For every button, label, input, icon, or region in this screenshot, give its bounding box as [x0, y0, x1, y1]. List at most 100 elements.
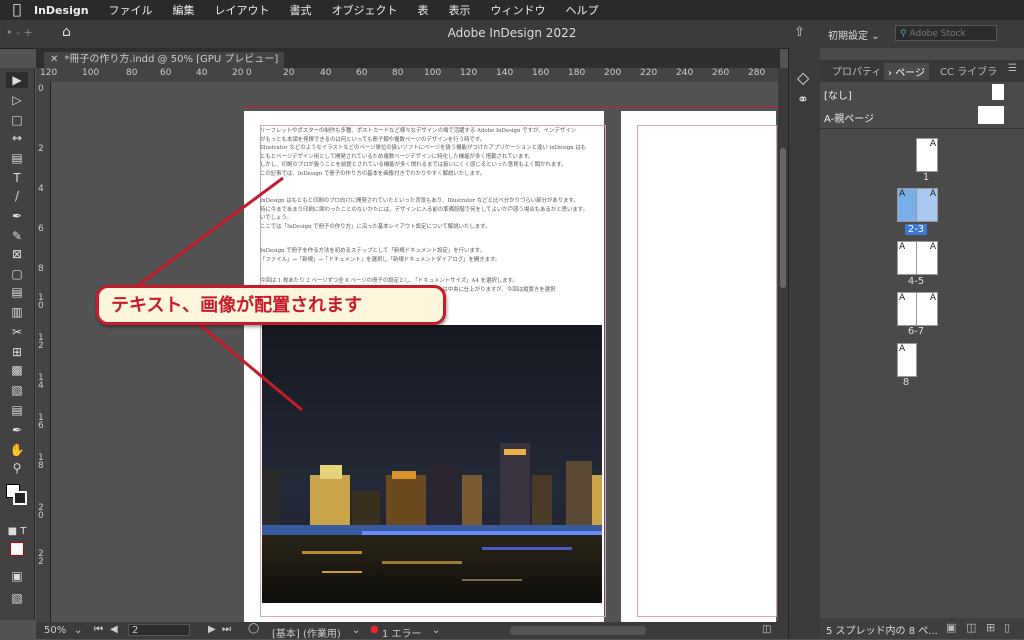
menu-view[interactable]: 表示: [449, 2, 471, 18]
chevron-down-icon[interactable]: ⌄: [74, 625, 82, 636]
menu-layout[interactable]: レイアウト: [215, 2, 270, 18]
panel-tabs: プロパティ › ページ CC ライブラ ☰: [820, 60, 1024, 82]
apply-color-icon[interactable]: ■ T: [6, 524, 28, 540]
split-window-icon[interactable]: ◫: [762, 624, 771, 635]
page-number-field[interactable]: 2: [128, 624, 190, 636]
screen-mode-icon[interactable]: ▣: [6, 568, 28, 584]
scissors-tool-icon[interactable]: ✂: [6, 324, 28, 340]
gradient-swatch-tool-icon[interactable]: ▩: [6, 362, 28, 378]
horizontal-grid-tool-icon[interactable]: ▤: [6, 284, 28, 300]
preflight-profile[interactable]: [基本] (作業用): [272, 625, 341, 640]
adobe-stock-search[interactable]: ⚲ Adobe Stock: [895, 25, 997, 41]
gap-tool-icon[interactable]: ↔: [6, 130, 28, 146]
edit-page-size-icon[interactable]: ▣: [946, 621, 956, 634]
direct-selection-tool-icon[interactable]: ▷: [6, 92, 28, 108]
zoom-tool-icon[interactable]: ⚲: [6, 460, 28, 476]
pen-tool-icon[interactable]: ✒: [6, 208, 28, 224]
ruler-tick: 2 0: [38, 503, 44, 521]
tab-cc-libraries[interactable]: CC ライブラ: [940, 63, 997, 78]
body-text-para3[interactable]: InDesign で冊子を作る方法を初めるステップとして「新規ドキュメント設定」…: [260, 247, 605, 264]
previous-page-icon[interactable]: ◀: [110, 624, 118, 635]
text-line: InDesign で冊子を作る方法を初めるステップとして「新規ドキュメント設定」…: [260, 248, 485, 254]
ruler-tick: 120: [460, 68, 478, 78]
menu-type[interactable]: 書式: [290, 2, 312, 18]
rectangle-tool-icon[interactable]: ▢: [6, 266, 28, 282]
page-thumb-1[interactable]: A: [916, 138, 938, 172]
spine-gap: [606, 111, 618, 622]
vertical-grid-tool-icon[interactable]: ▥: [6, 304, 28, 320]
line-tool-icon[interactable]: /: [6, 188, 28, 204]
chevron-down-icon: ⌄: [871, 31, 880, 42]
page-right[interactable]: [621, 111, 777, 622]
tab-pages[interactable]: › ページ: [884, 63, 929, 80]
text-line: 「ファイル」→「新規」→「ドキュメント」を選択し「新規ドキュメントダイアログ」を…: [260, 256, 501, 263]
trash-icon[interactable]: ▯: [1004, 621, 1010, 634]
preview-mode-icon[interactable]: ▧: [6, 590, 28, 606]
body-text-para1[interactable]: リーフレットやポスターの制作も多種、ポストカードなど様々なデザインの場で活躍する…: [260, 127, 605, 179]
layers-icon[interactable]: ◇: [797, 68, 809, 87]
night-city-photo[interactable]: [262, 325, 602, 603]
page-thumb-2[interactable]: A: [897, 188, 917, 222]
horizontal-scrollbar[interactable]: [510, 626, 646, 635]
master-none[interactable]: [なし]: [824, 87, 852, 102]
page-thumb-3[interactable]: A: [916, 188, 938, 222]
next-page-icon[interactable]: ▶: [208, 624, 216, 635]
document-tab[interactable]: ✕ *冊子の作り方.indd @ 50% [GPU プレビュー]: [44, 52, 285, 68]
body-text-para2[interactable]: InDesign はもともと印刷のプロ向けに開発されていたといった背景もあり、I…: [260, 197, 605, 231]
page-thumb-4[interactable]: A: [897, 241, 917, 275]
apply-none-icon[interactable]: [6, 542, 28, 558]
first-page-icon[interactable]: ⏮: [94, 624, 103, 635]
note-tool-icon[interactable]: ▤: [6, 402, 28, 418]
chevron-down-icon[interactable]: ⌄: [432, 625, 440, 636]
links-icon[interactable]: ⚭: [797, 92, 809, 108]
master-a-thumb[interactable]: [978, 106, 1004, 124]
gradient-feather-tool-icon[interactable]: ▧: [6, 382, 28, 398]
panel-menu-icon[interactable]: ☰: [1008, 63, 1017, 74]
workspace-switcher[interactable]: 初期設定 ⌄: [828, 27, 880, 42]
rectangle-frame-tool-icon[interactable]: ⊠: [6, 246, 28, 262]
page-thumb-5[interactable]: A: [916, 241, 938, 275]
free-transform-tool-icon[interactable]: ⊞: [6, 344, 28, 360]
hand-tool-icon[interactable]: ✋: [6, 442, 28, 458]
error-count[interactable]: 1 エラー: [382, 625, 422, 640]
pencil-tool-icon[interactable]: ✎: [6, 228, 28, 244]
vertical-scrollbar[interactable]: [778, 68, 788, 622]
fill-stroke-swatch-icon[interactable]: [6, 484, 28, 505]
page-thumb-6[interactable]: A: [897, 292, 917, 326]
selection-tool-icon[interactable]: ▶: [6, 72, 28, 88]
apple-icon[interactable]: : [0, 2, 34, 18]
content-collector-icon[interactable]: ▤: [6, 150, 28, 166]
menu-indesign[interactable]: InDesign: [34, 4, 89, 17]
share-icon[interactable]: ⇧: [794, 25, 805, 40]
master-a[interactable]: A-親ページ: [824, 110, 874, 125]
page-left[interactable]: リーフレットやポスターの制作も多種、ポストカードなど様々なデザインの場で活躍する…: [244, 111, 606, 622]
page-tool-icon[interactable]: □: [6, 112, 28, 128]
menu-object[interactable]: オブジェクト: [332, 2, 398, 18]
ruler-tick: 20: [283, 68, 295, 78]
page-thumb-8[interactable]: A: [897, 343, 917, 377]
margin-guide: [637, 125, 777, 617]
menu-file[interactable]: ファイル: [109, 2, 153, 18]
menu-window[interactable]: ウィンドウ: [491, 2, 546, 18]
text-line: ともとページデザイン用として開発されているため複数ページデザインに特化した機能が…: [260, 153, 534, 160]
master-none-thumb[interactable]: [992, 84, 1004, 100]
chevron-down-icon[interactable]: ⌄: [352, 625, 360, 636]
pasteboard[interactable]: リーフレットやポスターの制作も多種、ポストカードなど様々なデザインの場で活躍する…: [51, 82, 778, 622]
page-thumb-7[interactable]: A: [916, 292, 938, 326]
master-letter: A: [899, 344, 906, 354]
menu-table[interactable]: 表: [418, 2, 429, 18]
close-icon[interactable]: ✕: [50, 54, 58, 65]
menu-edit[interactable]: 編集: [173, 2, 195, 18]
new-page-icon[interactable]: ◫: [966, 621, 976, 634]
preflight-icon[interactable]: ◯: [248, 623, 259, 634]
eyedropper-tool-icon[interactable]: ✒: [6, 422, 28, 438]
scroll-thumb[interactable]: [780, 148, 786, 288]
type-tool-icon[interactable]: T: [6, 170, 28, 186]
new-page-plus-icon[interactable]: ⊞: [986, 621, 995, 634]
last-page-icon[interactable]: ⏭: [222, 624, 231, 635]
menu-help[interactable]: ヘルプ: [566, 2, 599, 18]
tab-properties[interactable]: プロパティ: [832, 63, 881, 78]
zoom-level[interactable]: 50%: [44, 625, 66, 636]
text-line: しかし、印刷のプロが扱うことを前提とされている機能が多く慣れるまでは扱いにくく感…: [260, 162, 567, 169]
spread-label-2-3: 2-3: [905, 224, 927, 235]
